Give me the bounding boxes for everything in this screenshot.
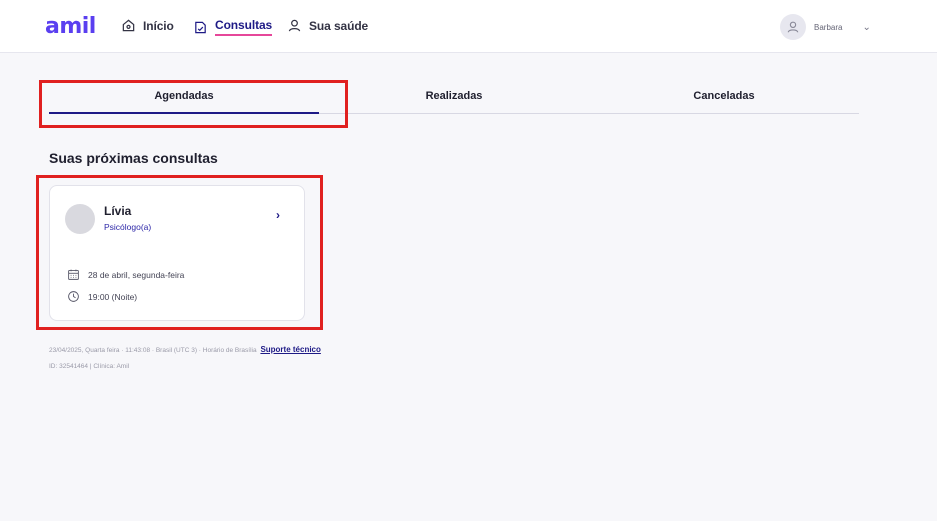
- professional-avatar: [65, 204, 95, 234]
- user-menu[interactable]: Barbara ⌄: [780, 14, 871, 40]
- support-link[interactable]: Suporte técnico: [260, 345, 320, 354]
- person-icon: [288, 19, 301, 32]
- professional-specialty: Psicólogo(a): [104, 222, 152, 232]
- avatar: [780, 14, 806, 40]
- appointment-time-row: 19:00 (Noite): [67, 290, 137, 303]
- appointment-date-row: 28 de abril, segunda-feira: [67, 268, 184, 281]
- appointments-tabs: Agendadas Realizadas Canceladas: [49, 80, 859, 114]
- nav-label-sua-saude: Sua saúde: [309, 18, 369, 33]
- user-avatar-icon: [787, 21, 799, 33]
- nav-item-consultas[interactable]: Consultas: [193, 18, 272, 36]
- active-tab-indicator: [49, 112, 319, 114]
- chevron-down-icon[interactable]: ⌄: [862, 22, 870, 33]
- footer-timestamp: 23/04/2025, Quarta feira · 11:43:08 · Br…: [49, 347, 257, 354]
- chevron-right-icon[interactable]: ›: [276, 208, 280, 222]
- home-icon: [122, 19, 135, 32]
- amil-logo[interactable]: amil: [45, 14, 96, 39]
- nav-label-consultas: Consultas: [215, 18, 272, 36]
- appointment-card[interactable]: Lívia Psicólogo(a) › 28 de abril, segund…: [49, 185, 305, 321]
- nav-label-inicio: Início: [143, 18, 174, 33]
- tab-realizadas[interactable]: Realizadas: [319, 90, 589, 102]
- calendar-icon: [68, 269, 79, 280]
- section-title: Suas próximas consultas: [49, 150, 218, 166]
- appointment-time: 19:00 (Noite): [88, 291, 138, 302]
- clock-icon: [68, 291, 79, 302]
- tab-canceladas[interactable]: Canceladas: [589, 90, 859, 102]
- nav-item-inicio[interactable]: Início: [121, 18, 174, 33]
- user-name: Barbara: [814, 22, 843, 32]
- footer-ids: ID: 32541464 | Clínica: Amil: [49, 363, 130, 370]
- appointment-date: 28 de abril, segunda-feira: [88, 269, 185, 280]
- footer-timestamp-line: 23/04/2025, Quarta feira · 11:43:08 · Br…: [49, 345, 321, 354]
- top-navigation-bar: amil Início Consultas Sua saúde Barbara …: [0, 0, 937, 53]
- tab-agendadas[interactable]: Agendadas: [49, 90, 319, 102]
- professional-name: Lívia: [104, 204, 132, 218]
- nav-item-sua-saude[interactable]: Sua saúde: [287, 18, 368, 33]
- calendar-doc-icon: [195, 21, 206, 33]
